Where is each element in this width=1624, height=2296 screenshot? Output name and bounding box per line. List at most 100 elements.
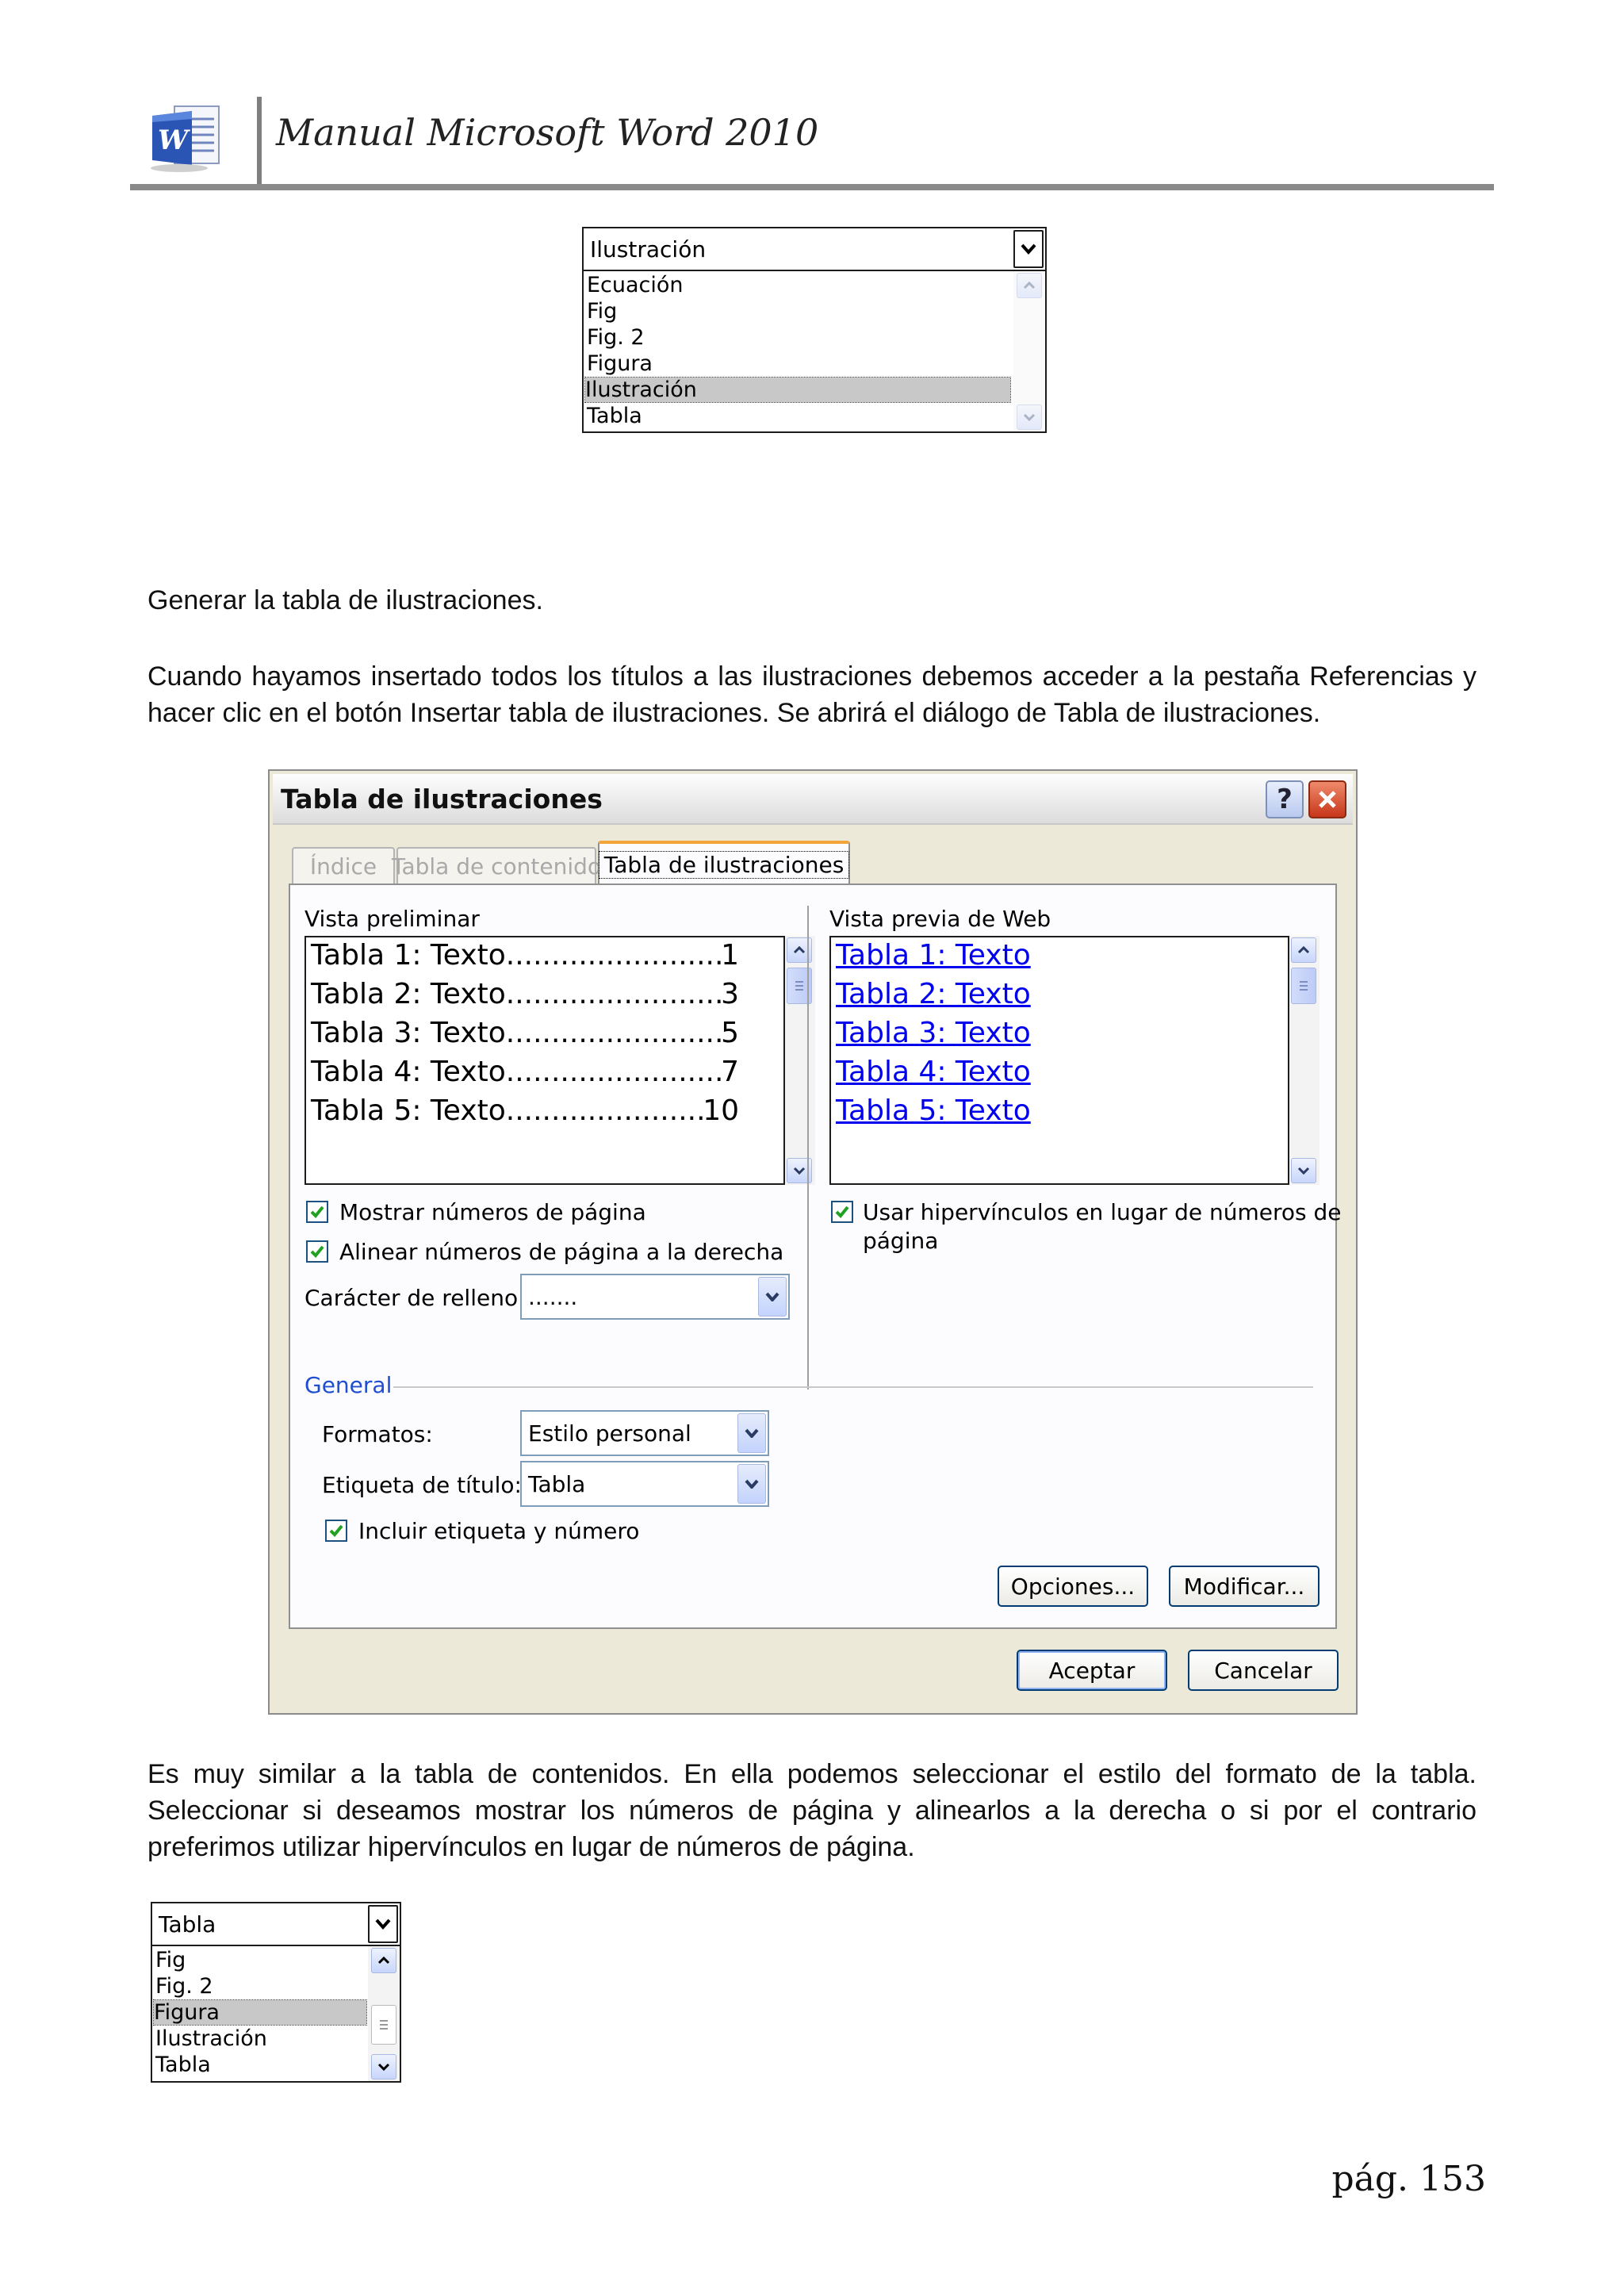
web-preview-link[interactable]: Tabla 5: Texto [836, 1094, 1031, 1127]
preview-entry-text: Tabla 5: Texto [311, 1094, 506, 1127]
header-title: Manual Microsoft Word 2010 [276, 111, 819, 154]
list-item[interactable]: Figura [587, 351, 653, 376]
dialog-title: Tabla de ilustraciones [281, 783, 603, 815]
caption-label-dropdown-1: Ilustración Ecuación Fig Fig. 2 Figura I… [582, 227, 1047, 433]
chevron-up-icon [1023, 282, 1036, 289]
include-label-checkbox[interactable] [325, 1520, 347, 1542]
tab-table-of-figures[interactable]: Tabla de ilustraciones [598, 841, 850, 885]
tab-leader-label: Carácter de relleno: [304, 1285, 526, 1311]
checkmark-icon [310, 1245, 324, 1258]
tab-table-of-figures-label: Tabla de ilustraciones [598, 850, 850, 879]
caption-label-list[interactable]: Fig Fig. 2 Figura Ilustración Tabla [151, 1945, 401, 2083]
preview-entry-leader: ........................................… [505, 1017, 721, 1049]
caption-label-list[interactable]: Ecuación Fig Fig. 2 Figura Ilustración T… [582, 270, 1047, 433]
grip-icon [380, 2020, 388, 2030]
preview-entry-text: Tabla 2: Texto [311, 978, 506, 1010]
list-item[interactable]: Fig. 2 [587, 325, 645, 350]
caption-label-select[interactable]: Tabla [520, 1461, 769, 1507]
vertical-divider [807, 906, 809, 1389]
use-hyperlinks-label-line2: página [863, 1228, 939, 1254]
list-item-selected[interactable]: Figura [153, 1999, 367, 2026]
dropdown-button[interactable] [1013, 230, 1044, 268]
list-scrollbar[interactable] [1013, 271, 1045, 431]
paragraph-description: Es muy similar a la tabla de contenidos.… [147, 1759, 1477, 1862]
help-button[interactable]: ? [1266, 780, 1304, 818]
scroll-up-button[interactable] [1291, 937, 1316, 963]
web-preview-link[interactable]: Tabla 1: Texto [836, 939, 1031, 972]
caption-label-value: Tabla [528, 1470, 586, 1497]
web-preview-label: Vista previa de Web [829, 906, 1051, 932]
use-hyperlinks-checkbox[interactable] [831, 1201, 853, 1223]
web-preview-link[interactable]: Tabla 3: Texto [836, 1017, 1031, 1049]
dropdown-button[interactable] [368, 1905, 398, 1943]
tab-leader-combo[interactable]: ....... [520, 1274, 790, 1320]
print-preview-scrollbar[interactable] [785, 936, 815, 1185]
tab-panel: Vista preliminar Tabla 1: Texto.........… [289, 884, 1341, 1629]
list-item[interactable]: Ecuación [587, 273, 684, 297]
preview-entry: Tabla 1: Texto..........................… [311, 939, 739, 972]
scroll-down-button[interactable] [1291, 1158, 1316, 1183]
checkmark-icon [310, 1205, 324, 1218]
paragraph-generate: Generar la tabla de ilustraciones. [147, 585, 543, 615]
header-rule [130, 184, 1494, 190]
list-scrollbar[interactable] [368, 1946, 400, 2081]
preview-entry-leader: ........................................… [505, 1056, 721, 1088]
preview-entry-leader: ........................................… [505, 939, 721, 972]
list-item[interactable]: Tabla [587, 404, 642, 428]
close-button[interactable] [1308, 780, 1346, 818]
chevron-up-icon [793, 946, 806, 954]
tab-index[interactable]: Índice [292, 847, 395, 884]
scroll-thumb[interactable] [371, 2005, 396, 2045]
web-preview-link[interactable]: Tabla 2: Texto [836, 978, 1031, 1010]
preview-entry-leader: ........................................… [505, 1094, 703, 1127]
list-item[interactable]: Fig [155, 1948, 186, 1972]
options-button[interactable]: Opciones... [998, 1566, 1148, 1607]
list-item[interactable]: Tabla [155, 2053, 211, 2077]
list-item-selected[interactable]: Ilustración [584, 377, 1011, 403]
web-preview-link[interactable]: Tabla 4: Texto [836, 1056, 1031, 1088]
preview-entry-leader: ........................................… [505, 978, 721, 1010]
scroll-down-button[interactable] [371, 2054, 396, 2079]
word-logo-icon: W [147, 102, 225, 174]
checkmark-icon [835, 1205, 849, 1218]
dialog-titlebar[interactable]: Tabla de ilustraciones ? [273, 774, 1353, 825]
cancel-button[interactable]: Cancelar [1188, 1650, 1339, 1691]
caption-label-label: Etiqueta de título: [322, 1472, 522, 1498]
list-item[interactable]: Fig [587, 299, 617, 324]
scroll-up-button[interactable] [1017, 273, 1042, 298]
show-page-numbers-label: Mostrar números de página [339, 1199, 646, 1225]
dropdown-button[interactable] [758, 1277, 787, 1317]
caption-label-combo[interactable]: Tabla [151, 1902, 401, 1946]
tab-leader-value: ....... [528, 1283, 578, 1310]
svg-text:W: W [158, 125, 190, 156]
chevron-up-icon [1297, 946, 1310, 954]
general-group-line [393, 1386, 1313, 1388]
preview-entry-page: 3 [721, 978, 739, 1010]
scroll-up-button[interactable] [371, 1948, 396, 1973]
list-item[interactable]: Ilustración [155, 2026, 267, 2051]
preview-entry: Tabla 3: Texto..........................… [311, 1017, 739, 1049]
scroll-thumb[interactable] [1291, 968, 1316, 1004]
combo-value: Tabla [159, 1911, 216, 1938]
list-item[interactable]: Fig. 2 [155, 1974, 213, 1999]
general-group-label: General [304, 1372, 393, 1398]
formats-value: Estilo personal [528, 1420, 691, 1447]
web-preview-box: Tabla 1: Texto Tabla 2: Texto Tabla 3: T… [829, 936, 1289, 1185]
preview-entry-text: Tabla 4: Texto [311, 1056, 506, 1088]
chevron-down-icon [745, 1428, 759, 1438]
formats-label: Formatos: [322, 1421, 433, 1447]
caption-label-combo[interactable]: Ilustración [582, 227, 1047, 271]
ok-button[interactable]: Aceptar [1017, 1650, 1167, 1691]
dropdown-button[interactable] [737, 1413, 766, 1453]
tab-table-of-contents[interactable]: Tabla de contenido [392, 847, 601, 884]
formats-combo[interactable]: Estilo personal [520, 1410, 769, 1456]
align-right-checkbox[interactable] [306, 1240, 328, 1263]
scroll-down-button[interactable] [1017, 404, 1042, 430]
preview-entry-page: 7 [721, 1056, 739, 1088]
dropdown-button[interactable] [737, 1464, 766, 1504]
modify-button[interactable]: Modificar... [1169, 1566, 1320, 1607]
chevron-down-icon [375, 1918, 391, 1930]
show-page-numbers-checkbox[interactable] [306, 1201, 328, 1223]
web-preview-scrollbar[interactable] [1289, 936, 1320, 1185]
print-preview-box: Tabla 1: Texto..........................… [304, 936, 785, 1185]
